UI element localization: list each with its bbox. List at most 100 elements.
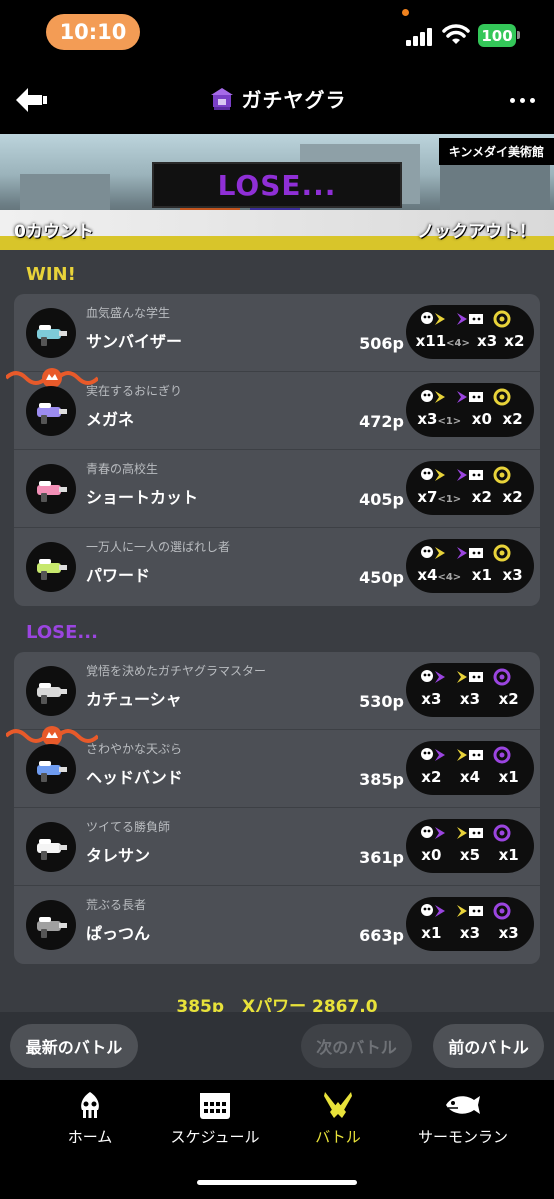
salmon-icon [446,1096,480,1114]
kills-group: x1 [421,924,441,942]
player-stats: x0 x5 x1 [406,819,534,873]
weapon-badge [26,386,76,436]
tab-salmon-run[interactable]: サーモンラン [403,1090,523,1147]
player-nickname: 覚悟を決めたガチヤグラマスター [86,664,267,678]
player-nickname: 一万人に一人の選ばれし者 [86,540,231,554]
death-icon [455,668,485,686]
player-stats: x2 x4 x1 [406,741,534,795]
tab-battle-label: バトル [315,1128,361,1146]
player-name: ショートカット [86,488,199,507]
battle-icon [324,1092,352,1118]
kill-assist-icon [419,668,449,686]
weapon-icon [37,917,67,938]
stat-icons [406,902,534,920]
player-row[interactable]: 青春の高校生 ショートカット 405p x7<1> x2 x2 [14,450,540,528]
kill-assist-icon [419,544,449,562]
tab-home[interactable]: ホーム [30,1090,150,1147]
weapon-badge [26,666,76,716]
stat-values: x0 x5 x1 [406,846,534,864]
weapon-badge [26,308,76,358]
death-icon [455,902,485,920]
player-row[interactable]: 覚悟を決めたガチヤグラマスター カチューシャ 530p x3 x3 x2 [14,652,540,730]
kills-value: x4 [417,566,438,584]
kills-group: x4<4> [417,566,461,584]
cellular-signal-icon [406,26,434,46]
kill-assist-icon [419,310,449,328]
kill-assist-icon [419,388,449,406]
death-icon [455,824,485,842]
player-name: カチューシャ [86,690,182,709]
player-row[interactable]: 血気盛んな学生 サンバイザー 506p x11<4> x3 x2 [14,294,540,372]
player-name: ぱっつん [86,924,151,943]
stat-values: x1 x3 x3 [406,924,534,942]
stage-banner: キンメダイ美術館 LOSE... 0カウント ノックアウト！ [0,134,554,250]
page-title: ガチヤグラ [241,88,347,112]
kills-value: x3 [417,410,438,428]
home-indicator[interactable] [197,1180,357,1185]
tab-battle[interactable]: バトル [278,1090,398,1147]
special-weapon-icon [491,388,521,406]
result-label: LOSE... [217,168,337,202]
specials-value: x2 [504,332,525,350]
death-icon [455,746,485,764]
player-power: 385p [359,770,404,789]
kills-group: x3 [421,690,441,708]
deaths-value: x3 [459,924,481,942]
previous-battle-button[interactable]: 前のバトル [433,1024,544,1068]
battle-detail[interactable]: WIN! 血気盛んな学生 サンバイザー 506p x11<4> x3 x2 実在するおにぎり… [0,250,554,1080]
special-weapon-icon [491,824,521,842]
assists-value: <1> [437,494,462,505]
latest-battle-button[interactable]: 最新のバトル [10,1024,138,1068]
player-stats: x1 x3 x3 [406,897,534,951]
player-nickname: 荒ぶる長者 [86,898,147,912]
kills-group: x11<4> [416,332,470,350]
stat-icons [406,668,534,686]
deaths-value: x1 [471,566,492,584]
player-row[interactable]: 荒ぶる長者ぱっつん 663p x1 x3 x3 [14,886,540,964]
player-power: 361p [359,848,404,867]
next-battle-button[interactable]: 次のバトル [301,1024,412,1068]
win-section-label: WIN! [26,264,76,285]
weapon-icon [37,761,67,782]
tab-home-label: ホーム [67,1128,113,1146]
player-row[interactable]: さわやかな天ぷら ヘッドバンド 385p x2 x4 x1 [6,726,540,808]
player-row[interactable]: ツイてる勝負師 タレサン 361p x0 x5 x1 [14,808,540,886]
player-row[interactable]: 実在するおにぎり メガネ 472p x3<1> x0 x2 [6,368,540,450]
player-stats: x4<4> x1 x3 [406,539,534,593]
deaths-value: x3 [459,690,481,708]
player-nickname: ツイてる勝負師 [86,820,171,834]
stat-values: x11<4> x3 x2 [406,332,534,350]
kill-assist-icon [419,824,449,842]
weapon-icon [37,559,67,580]
stat-values: x2 x4 x1 [406,768,534,786]
player-power: 405p [359,490,404,509]
player-power: 450p [359,568,404,587]
kill-assist-icon [419,746,449,764]
tab-schedule[interactable]: スケジュール [155,1090,275,1147]
kills-value: x3 [421,690,442,708]
special-weapon-icon [491,746,521,764]
battery-nub [517,31,520,39]
status-time: 10:10 [46,14,140,50]
kills-group: x2 [421,768,441,786]
death-icon [455,310,485,328]
player-stats: x11<4> x3 x2 [406,305,534,359]
player-nickname: 青春の高校生 [86,462,159,476]
assists-value: <4> [437,572,462,583]
specials-value: x3 [498,924,519,942]
specials-value: x1 [498,846,519,864]
weapon-badge [26,822,76,872]
special-weapon-icon [491,544,521,562]
kill-assist-icon [419,902,449,920]
player-row[interactable]: 一万人に一人の選ばれし者 パワード 450p x4<4> x1 x3 [14,528,540,606]
stat-values: x4<4> x1 x3 [406,566,534,584]
player-nickname: 血気盛んな学生 [86,306,171,320]
player-stats: x3<1> x0 x2 [406,383,534,437]
stat-icons [406,544,534,562]
kills-group: x0 [421,846,441,864]
lose-section-label: LOSE... [26,622,98,643]
deaths-value: x4 [459,768,481,786]
specials-value: x2 [498,690,519,708]
more-options-button[interactable] [510,90,540,110]
player-power: 663p [359,926,404,945]
